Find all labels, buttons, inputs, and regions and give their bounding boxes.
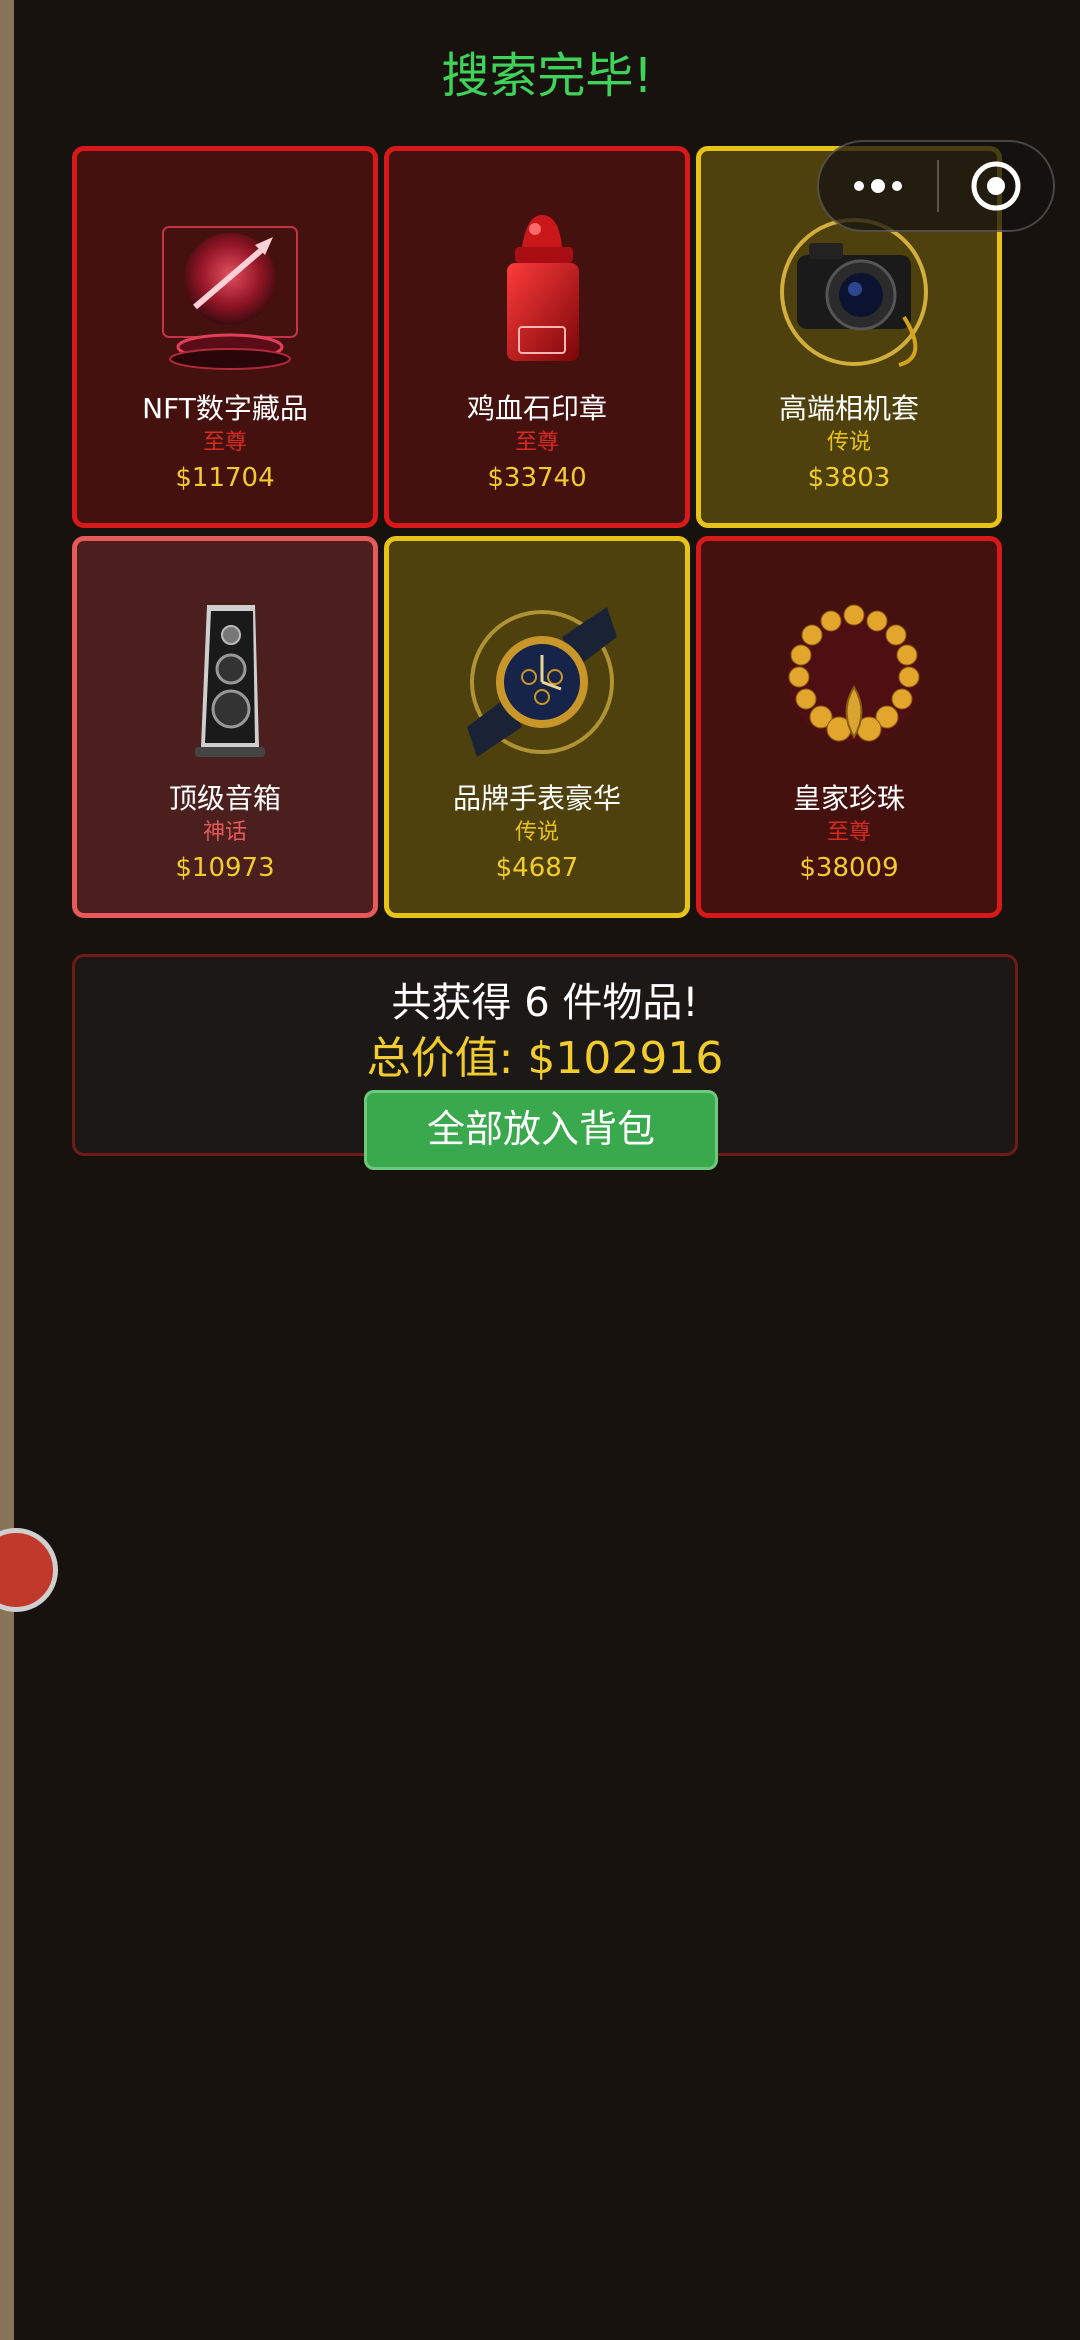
item-name: 高端相机套 — [778, 392, 919, 425]
floating-assistant-icon[interactable] — [0, 1528, 58, 1612]
item-price: $38009 — [799, 853, 899, 883]
item-name: NFT数字藏品 — [142, 392, 308, 425]
item-count-text: 共获得 6 件物品! — [391, 980, 699, 1026]
total-value-text: 总价值: $102916 — [366, 1033, 724, 1084]
loot-card-pearl[interactable]: 皇家珍珠 至尊 $38009 — [696, 536, 1002, 918]
close-miniprogram-button[interactable] — [939, 142, 1053, 230]
item-price: $33740 — [487, 463, 587, 493]
item-rarity: 神话 — [202, 820, 247, 845]
target-close-icon — [971, 161, 1021, 211]
game-screen: 搜索完毕! NFT数字藏品 至尊 $11704 鸡血石印章 至尊 $33740 … — [0, 0, 1080, 2340]
item-name: 品牌手表豪华 — [452, 782, 621, 815]
item-name: 鸡血石印章 — [466, 392, 607, 425]
more-menu-button[interactable] — [819, 142, 937, 230]
watch-icon — [467, 607, 617, 757]
item-rarity: 至尊 — [514, 430, 559, 455]
bloodstone-seal-icon — [507, 215, 579, 361]
item-price: $4687 — [495, 853, 579, 883]
pearl-necklace-icon — [788, 604, 920, 743]
page-title: 搜索完毕! — [441, 48, 653, 104]
item-name: 顶级音箱 — [168, 782, 281, 815]
item-rarity: 传说 — [826, 430, 871, 455]
nft-hologram-icon — [162, 226, 298, 370]
item-name: 皇家珍珠 — [792, 782, 905, 815]
more-dots-icon — [854, 181, 864, 191]
miniprogram-capsule — [817, 140, 1055, 232]
loot-card-seal[interactable]: 鸡血石印章 至尊 $33740 — [384, 146, 690, 528]
item-rarity: 至尊 — [202, 430, 247, 455]
put-all-in-backpack-button[interactable]: 全部放入背包 — [364, 1090, 718, 1170]
item-rarity: 传说 — [514, 820, 559, 845]
item-rarity: 至尊 — [826, 820, 871, 845]
loot-card-watch[interactable]: 品牌手表豪华 传说 $4687 — [384, 536, 690, 918]
camera-icon — [780, 218, 928, 367]
loot-card-speaker[interactable]: 顶级音箱 神话 $10973 — [72, 536, 378, 918]
item-price: $3803 — [807, 463, 891, 493]
speaker-icon — [195, 605, 265, 757]
item-price: $11704 — [175, 463, 275, 493]
loot-card-nft[interactable]: NFT数字藏品 至尊 $11704 — [72, 146, 378, 528]
item-price: $10973 — [175, 853, 275, 883]
